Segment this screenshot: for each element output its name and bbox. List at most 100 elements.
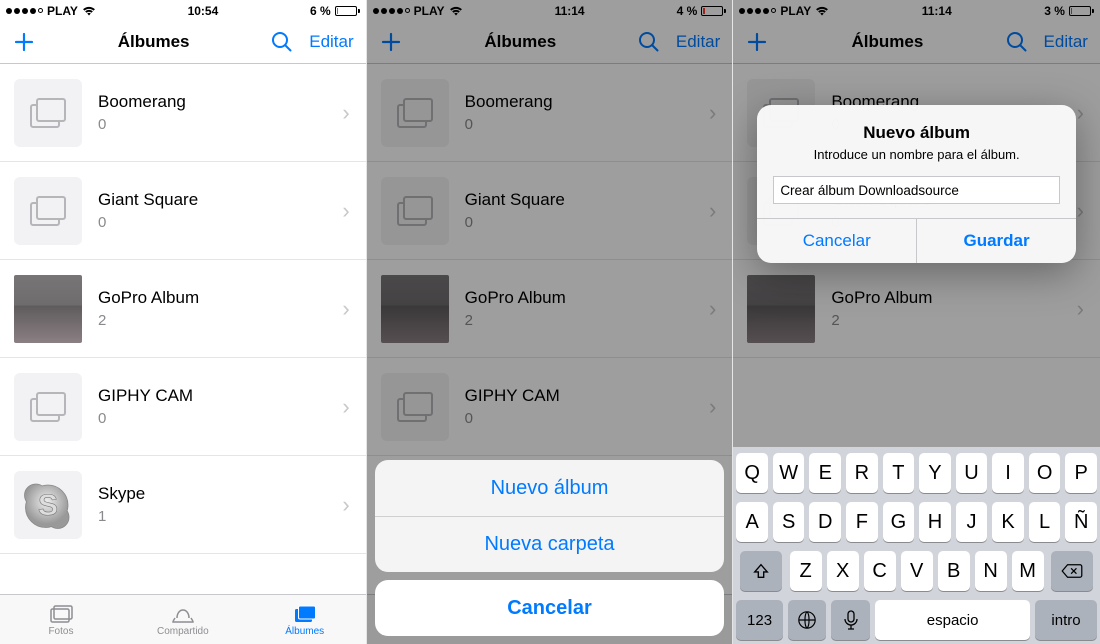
new-album-alert: Nuevo álbum Introduce un nombre para el … — [757, 105, 1076, 263]
key-U[interactable]: U — [956, 453, 988, 493]
album-thumb — [14, 177, 82, 245]
edit-button[interactable]: Editar — [309, 32, 353, 52]
dictation-key[interactable] — [831, 600, 870, 640]
key-C[interactable]: C — [864, 551, 896, 591]
key-R[interactable]: R — [846, 453, 878, 493]
album-row[interactable]: GoPro Album 2 › — [733, 260, 1100, 358]
key-P[interactable]: P — [1065, 453, 1097, 493]
backspace-key[interactable] — [1051, 551, 1093, 591]
key-S[interactable]: S — [773, 502, 805, 542]
album-count: 2 — [465, 312, 693, 329]
globe-key[interactable] — [788, 600, 827, 640]
album-row[interactable]: GIPHY CAM 0 › — [0, 358, 366, 456]
album-row[interactable]: GIPHY CAM 0 › — [367, 358, 733, 456]
chevron-right-icon: › — [709, 296, 718, 322]
carrier-label: PLAY — [780, 4, 811, 18]
key-I[interactable]: I — [992, 453, 1024, 493]
album-name: GIPHY CAM — [465, 386, 693, 406]
alert-message: Introduce un nombre para el álbum. — [773, 147, 1060, 162]
space-key[interactable]: espacio — [875, 600, 1030, 640]
wifi-icon — [82, 6, 96, 16]
chevron-right-icon: › — [709, 198, 718, 224]
return-key[interactable]: intro — [1035, 600, 1097, 640]
keyboard: QWERTYUIOP ASDFGHJKLÑ ZXCVBNM 123 espaci… — [733, 447, 1100, 644]
album-thumb — [747, 275, 815, 343]
sheet-cancel[interactable]: Cancelar — [375, 580, 725, 636]
battery-icon — [1069, 6, 1094, 16]
status-bar: PLAY 11:14 3 % — [733, 0, 1100, 20]
battery-pct: 3 % — [1044, 4, 1065, 18]
key-D[interactable]: D — [809, 502, 841, 542]
key-W[interactable]: W — [773, 453, 805, 493]
album-name: GoPro Album — [465, 288, 693, 308]
key-X[interactable]: X — [827, 551, 859, 591]
carrier-label: PLAY — [47, 4, 78, 18]
shift-key[interactable] — [740, 551, 782, 591]
key-F[interactable]: F — [846, 502, 878, 542]
tab-shared[interactable]: Compartido — [122, 595, 244, 644]
key-G[interactable]: G — [883, 502, 915, 542]
album-count: 1 — [98, 508, 326, 525]
album-thumb — [14, 79, 82, 147]
add-icon[interactable] — [379, 30, 403, 54]
album-count: 0 — [98, 214, 326, 231]
album-thumb — [381, 79, 449, 147]
album-thumb — [14, 373, 82, 441]
album-row[interactable]: GoPro Album 2 › — [367, 260, 733, 358]
key-J[interactable]: J — [956, 502, 988, 542]
tab-photos[interactable]: Fotos — [0, 595, 122, 644]
key-A[interactable]: A — [736, 502, 768, 542]
sheet-new-folder[interactable]: Nueva carpeta — [375, 516, 725, 572]
key-E[interactable]: E — [809, 453, 841, 493]
key-K[interactable]: K — [992, 502, 1024, 542]
album-count: 2 — [831, 312, 1060, 329]
album-row[interactable]: Boomerang 0 › — [367, 64, 733, 162]
key-H[interactable]: H — [919, 502, 951, 542]
album-name: Giant Square — [465, 190, 693, 210]
tab-albums[interactable]: Álbumes — [244, 595, 366, 644]
album-row[interactable]: S Skype 1 › — [0, 456, 366, 554]
key-T[interactable]: T — [883, 453, 915, 493]
add-icon[interactable] — [745, 30, 769, 54]
album-name: Boomerang — [465, 92, 693, 112]
tab-bar: Fotos Compartido Álbumes — [0, 594, 366, 644]
album-name-input[interactable] — [773, 176, 1060, 204]
key-V[interactable]: V — [901, 551, 933, 591]
albums-list: Boomerang 0 › Giant Square 0 › GoPro Alb… — [367, 64, 733, 456]
status-bar: PLAY 10:54 6 % — [0, 0, 366, 20]
key-N[interactable]: N — [975, 551, 1007, 591]
search-icon[interactable] — [638, 31, 660, 53]
key-Y[interactable]: Y — [919, 453, 951, 493]
action-sheet: Nuevo álbum Nueva carpeta Cancelar — [375, 460, 725, 636]
album-row[interactable]: GoPro Album 2 › — [0, 260, 366, 358]
search-icon[interactable] — [271, 31, 293, 53]
chevron-right-icon: › — [342, 296, 351, 322]
chevron-right-icon: › — [709, 394, 718, 420]
key-B[interactable]: B — [938, 551, 970, 591]
alert-title: Nuevo álbum — [773, 123, 1060, 143]
album-row[interactable]: Boomerang 0 › — [0, 64, 366, 162]
album-name: Boomerang — [98, 92, 326, 112]
key-Z[interactable]: Z — [790, 551, 822, 591]
key-M[interactable]: M — [1012, 551, 1044, 591]
album-row[interactable]: Giant Square 0 › — [0, 162, 366, 260]
key-Ñ[interactable]: Ñ — [1065, 502, 1097, 542]
album-row[interactable]: Giant Square 0 › — [367, 162, 733, 260]
chevron-right-icon: › — [1077, 198, 1086, 224]
numbers-key[interactable]: 123 — [736, 600, 782, 640]
edit-button[interactable]: Editar — [1044, 32, 1088, 52]
edit-button[interactable]: Editar — [676, 32, 720, 52]
key-O[interactable]: O — [1029, 453, 1061, 493]
key-Q[interactable]: Q — [736, 453, 768, 493]
chevron-right-icon: › — [342, 394, 351, 420]
alert-cancel-button[interactable]: Cancelar — [757, 219, 916, 263]
sheet-new-album[interactable]: Nuevo álbum — [375, 460, 725, 516]
key-L[interactable]: L — [1029, 502, 1061, 542]
screen-albums: PLAY 10:54 6 % Álbumes Editar Boomerang … — [0, 0, 367, 644]
alert-save-button[interactable]: Guardar — [916, 219, 1076, 263]
chevron-right-icon: › — [342, 198, 351, 224]
chevron-right-icon: › — [1077, 100, 1086, 126]
search-icon[interactable] — [1006, 31, 1028, 53]
add-icon[interactable] — [12, 30, 36, 54]
page-title: Álbumes — [118, 32, 190, 52]
